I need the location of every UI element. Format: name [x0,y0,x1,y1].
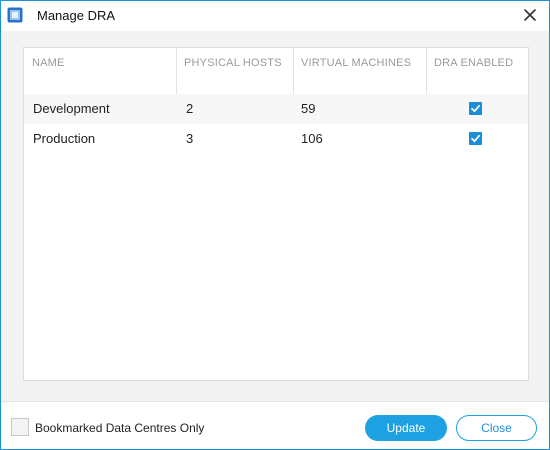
table-row[interactable]: Production 3 106 [24,124,528,154]
column-header-dra-enabled[interactable]: DRA ENABLED [434,57,513,69]
cell-virtual-machines: 59 [301,101,316,116]
update-button[interactable]: Update [365,415,447,441]
column-header-name[interactable]: NAME [32,57,65,69]
cell-name: Development [33,101,110,116]
cell-virtual-machines: 106 [301,131,323,146]
close-icon[interactable] [521,6,539,24]
window-title: Manage DRA [37,8,116,23]
close-button[interactable]: Close [456,415,537,441]
dra-enabled-checkbox[interactable] [469,132,482,145]
cell-physical-hosts: 3 [186,131,194,146]
dra-enabled-checkbox[interactable] [469,102,482,115]
bookmarked-only-checkbox[interactable] [11,418,29,436]
table-row[interactable]: Development 2 59 [24,94,528,124]
manage-dra-dialog: Manage DRA NAME PHYSICAL HOSTS VIRTUAL M… [0,0,550,450]
data-centres-table: NAME PHYSICAL HOSTS VIRTUAL MACHINES DRA… [23,47,529,381]
dialog-content: NAME PHYSICAL HOSTS VIRTUAL MACHINES DRA… [1,31,549,401]
dialog-footer: Bookmarked Data Centres Only Update Clos… [1,401,549,449]
column-header-physical-hosts[interactable]: PHYSICAL HOSTS [184,57,282,69]
cell-physical-hosts: 2 [186,101,194,116]
title-bar: Manage DRA [1,1,549,31]
bookmarked-only-label[interactable]: Bookmarked Data Centres Only [35,421,204,435]
column-header-virtual-machines[interactable]: VIRTUAL MACHINES [301,57,411,69]
app-icon [7,7,23,23]
cell-name: Production [33,131,96,146]
